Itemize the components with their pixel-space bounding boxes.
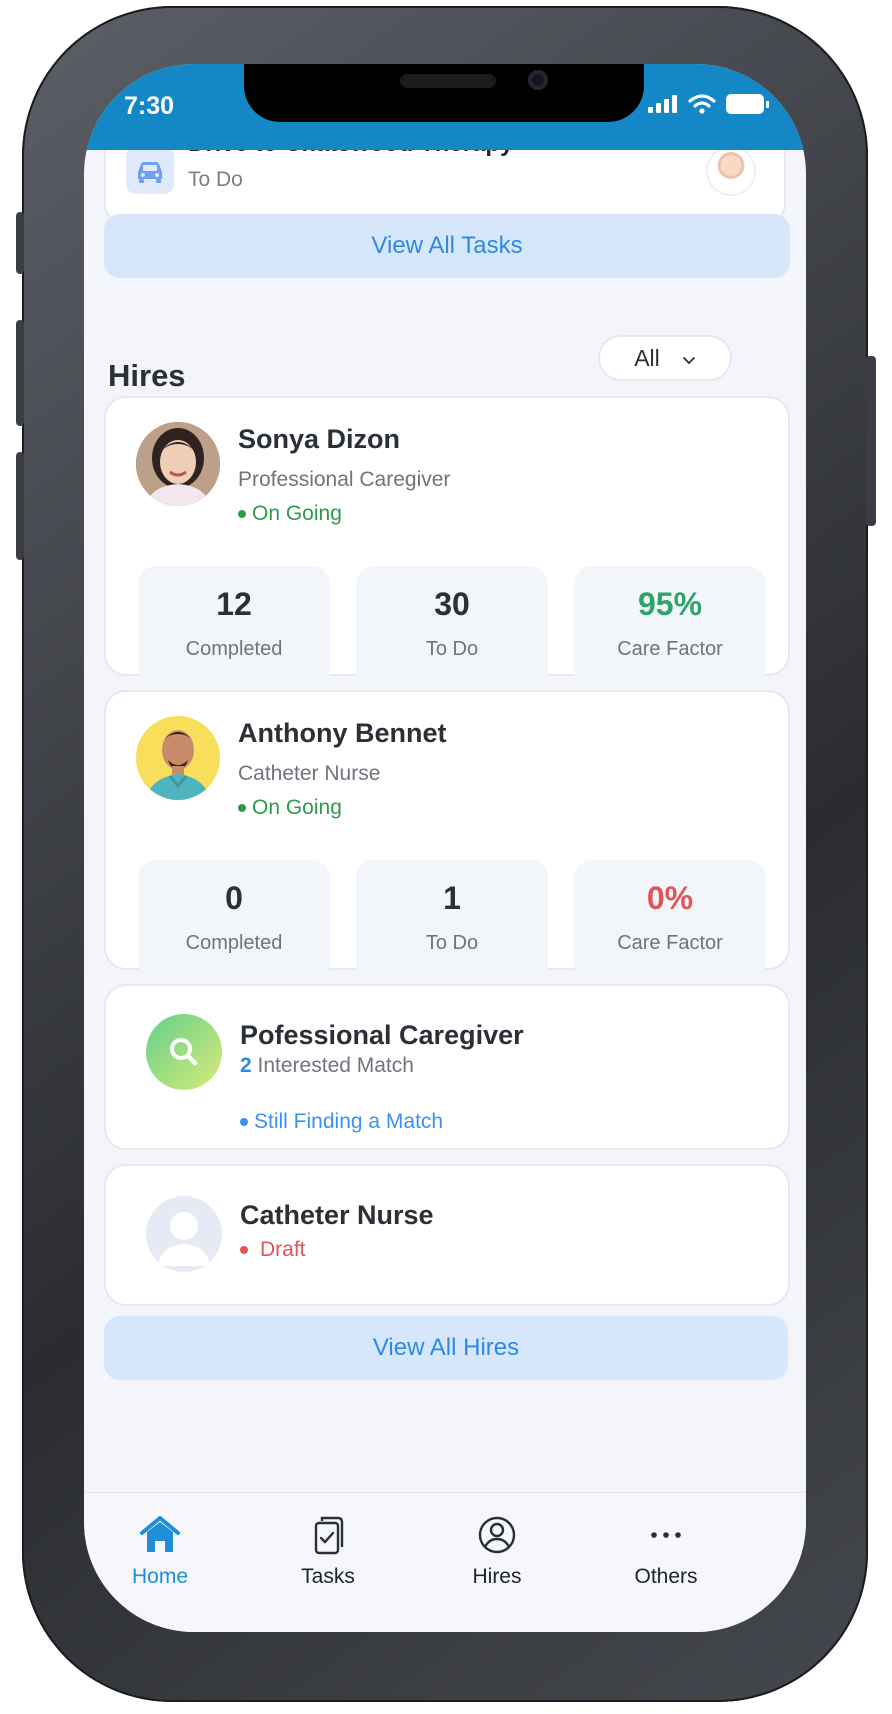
job-post-title: Catheter Nurse xyxy=(240,1200,434,1230)
view-all-tasks-button[interactable]: View All Tasks xyxy=(104,214,790,278)
match-label: Interested Match xyxy=(257,1054,414,1077)
tab-hires[interactable]: Hires xyxy=(437,1515,557,1605)
view-all-hires-button[interactable]: View All Hires xyxy=(104,1316,788,1380)
bottom-tab-bar: Home Tasks Hires Others xyxy=(84,1492,806,1632)
status-badge: Still Finding a Match xyxy=(240,1110,443,1134)
device-notch xyxy=(244,64,644,122)
hire-role: Catheter Nurse xyxy=(238,762,381,785)
speaker-grill xyxy=(400,74,496,88)
hire-name: Sonya Dizon xyxy=(238,424,401,454)
tab-others[interactable]: Others xyxy=(606,1515,726,1605)
stat-value: 12 xyxy=(216,586,252,622)
front-camera xyxy=(528,70,548,90)
job-post-card[interactable]: Catheter Nurse Draft xyxy=(104,1164,790,1306)
tab-label: Others xyxy=(634,1565,698,1588)
cellular-signal-icon xyxy=(648,95,677,113)
status-badge: On Going xyxy=(238,502,342,526)
tab-label: Tasks xyxy=(301,1565,355,1588)
status-dot-icon xyxy=(240,1246,248,1254)
avatar xyxy=(136,422,220,506)
stat-label: To Do xyxy=(425,932,479,954)
stat-care-factor: 95% Care Factor xyxy=(574,566,766,688)
volume-down-button xyxy=(16,452,24,560)
tab-home[interactable]: Home xyxy=(100,1515,220,1605)
stat-todo: 1 To Do xyxy=(356,860,548,982)
status-text: Still Finding a Match xyxy=(254,1110,444,1133)
tab-label: Home xyxy=(131,1565,189,1588)
task-title: Drive to Chatswood Therapy xyxy=(188,150,513,158)
user-circle-icon xyxy=(478,1516,516,1554)
avatar-placeholder-icon xyxy=(146,1196,222,1272)
more-icon xyxy=(651,1532,681,1538)
stat-care-factor: 0% Care Factor xyxy=(574,860,766,982)
chevron-down-icon xyxy=(682,345,696,372)
status-badge: Draft xyxy=(240,1238,306,1262)
volume-up-button xyxy=(16,320,24,426)
stat-value: 95% xyxy=(637,586,703,622)
stat-value: 0 xyxy=(225,880,243,916)
stat-label: To Do xyxy=(425,638,479,660)
tab-label: Hires xyxy=(472,1565,522,1588)
status-badge: On Going xyxy=(238,796,342,820)
tab-tasks[interactable]: Tasks xyxy=(268,1515,388,1605)
status-dot-icon xyxy=(238,510,246,518)
hires-filter-value: All xyxy=(634,344,660,371)
stat-completed: 12 Completed xyxy=(138,566,330,688)
stat-todo: 30 To Do xyxy=(356,566,548,688)
stat-label: Completed xyxy=(185,638,283,660)
hire-name: Anthony Bennet xyxy=(238,718,447,748)
avatar xyxy=(136,716,220,800)
status-text: Draft xyxy=(260,1238,306,1261)
task-status: To Do xyxy=(188,168,243,191)
battery-icon xyxy=(726,94,769,114)
job-post-title: Pofessional Caregiver xyxy=(240,1020,524,1050)
clipboard-icon xyxy=(314,1516,344,1555)
status-text: On Going xyxy=(252,796,342,819)
hire-card[interactable]: Sonya Dizon Professional Caregiver On Go… xyxy=(104,396,790,688)
phone-screen: Drive to Chatswood Therapy To Do View Al… xyxy=(84,64,806,1632)
task-assignee-avatar xyxy=(706,150,756,196)
car-icon xyxy=(126,150,174,194)
home-icon xyxy=(140,1516,180,1552)
hire-role: Professional Caregiver xyxy=(238,468,451,491)
scroll-content[interactable]: Drive to Chatswood Therapy To Do View Al… xyxy=(84,150,806,1570)
stat-label: Care Factor xyxy=(617,932,723,954)
task-card[interactable]: Drive to Chatswood Therapy To Do xyxy=(104,150,786,224)
match-summary: 2 Interested Match xyxy=(240,1054,414,1078)
hire-stats: 0 Completed 1 To Do 0% Care Factor xyxy=(138,860,766,982)
status-text: On Going xyxy=(252,502,342,525)
status-dot-icon xyxy=(238,804,246,812)
stat-completed: 0 Completed xyxy=(138,860,330,982)
stat-value: 30 xyxy=(434,586,470,622)
wifi-icon xyxy=(688,94,716,114)
hires-filter-dropdown[interactable]: All xyxy=(598,335,732,381)
status-time: 7:30 xyxy=(124,92,175,120)
search-icon xyxy=(146,1014,222,1090)
power-button xyxy=(866,356,876,526)
stat-label: Completed xyxy=(185,932,283,954)
status-dot-icon xyxy=(240,1118,248,1126)
status-icons xyxy=(648,92,778,116)
match-count: 2 xyxy=(240,1054,252,1077)
stat-value: 0% xyxy=(646,880,694,916)
hire-stats: 12 Completed 30 To Do 95% Care Factor xyxy=(138,566,766,688)
hires-section-title: Hires xyxy=(108,358,186,393)
stat-value: 1 xyxy=(443,880,461,916)
hire-card[interactable]: Anthony Bennet Catheter Nurse On Going 0… xyxy=(104,690,790,982)
mute-switch xyxy=(16,212,24,274)
stat-label: Care Factor xyxy=(617,638,723,660)
job-post-card[interactable]: Pofessional Caregiver 2 Interested Match… xyxy=(104,984,790,1150)
